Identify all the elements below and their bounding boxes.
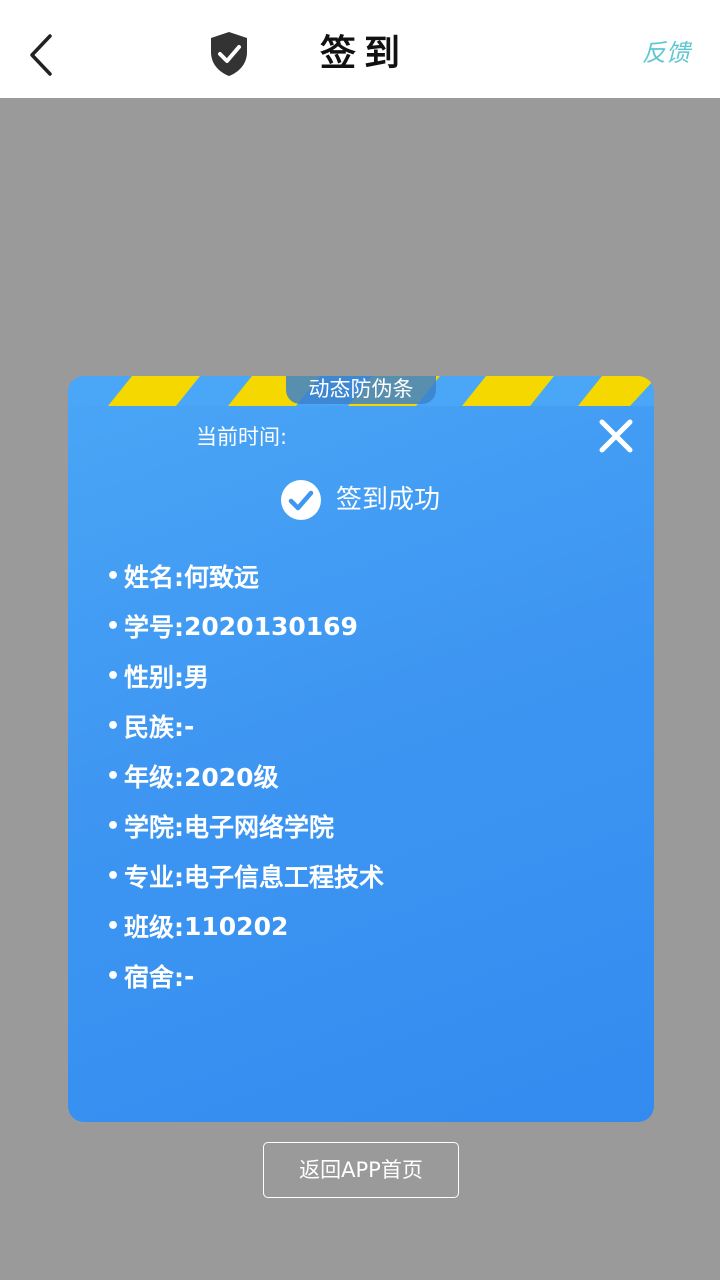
field-value: 电子网络学院 [184,813,335,842]
field-label: 宿舍: [124,963,184,992]
field-label: 年级: [124,763,184,792]
field-value: 110202 [184,911,289,941]
field-value: 男 [184,663,210,692]
bullet: • [106,763,121,789]
field-label: 学院: [124,813,184,842]
field-value: 2020130169 [184,611,358,641]
page-title: 签到 [320,32,409,74]
field-value: 何致远 [184,563,260,592]
info-row-student-id: • 学号: 2020130169 [106,601,384,651]
field-value: - [184,711,195,741]
shield-check-icon [208,30,250,78]
field-label: 专业: [124,863,184,892]
field-label: 班级: [124,913,184,942]
bullet: • [106,563,121,589]
check-in-status: 签到成功 [280,478,440,522]
student-info-list: • 姓名: 何致远 • 学号: 2020130169 • 性别: 男 • 民族:… [106,551,384,1001]
return-home-button[interactable]: 返回APP首页 [263,1142,459,1198]
bullet: • [106,863,121,889]
info-row-major: • 专业: 电子信息工程技术 [106,851,384,901]
back-button[interactable] [22,28,66,82]
info-row-college: • 学院: 电子网络学院 [106,801,384,851]
info-row-class: • 班级: 110202 [106,901,384,951]
field-label: 姓名: [124,563,184,592]
check-circle-icon [281,480,321,520]
close-button[interactable] [596,416,636,456]
anti-counterfeit-label: 动态防伪条 [286,376,436,404]
bullet: • [106,613,121,639]
info-row-dormitory: • 宿舍: - [106,951,384,1001]
bullet: • [106,713,121,739]
feedback-link[interactable]: 反馈 [642,36,690,70]
success-text: 签到成功 [336,485,441,515]
current-time-label: 当前时间: [196,425,288,449]
field-label: 学号: [124,613,184,642]
close-icon [599,419,633,453]
field-value: 2020级 [184,763,279,792]
check-in-card: 动态防伪条 当前时间: 签到成功 • 姓名: 何致远 • 学号: 2020130… [68,376,654,1122]
field-value: - [184,961,195,991]
bullet: • [106,663,121,689]
info-row-grade: • 年级: 2020级 [106,751,384,801]
field-label: 性别: [124,663,184,692]
bullet: • [106,913,121,939]
bullet: • [106,963,121,989]
back-arrow-icon [30,34,52,76]
top-app-bar: 签到 反馈 [0,0,720,98]
field-value: 电子信息工程技术 [184,863,385,892]
info-row-ethnicity: • 民族: - [106,701,384,751]
field-label: 民族: [124,713,184,742]
bullet: • [106,813,121,839]
info-row-gender: • 性别: 男 [106,651,384,701]
info-row-name: • 姓名: 何致远 [106,551,384,601]
